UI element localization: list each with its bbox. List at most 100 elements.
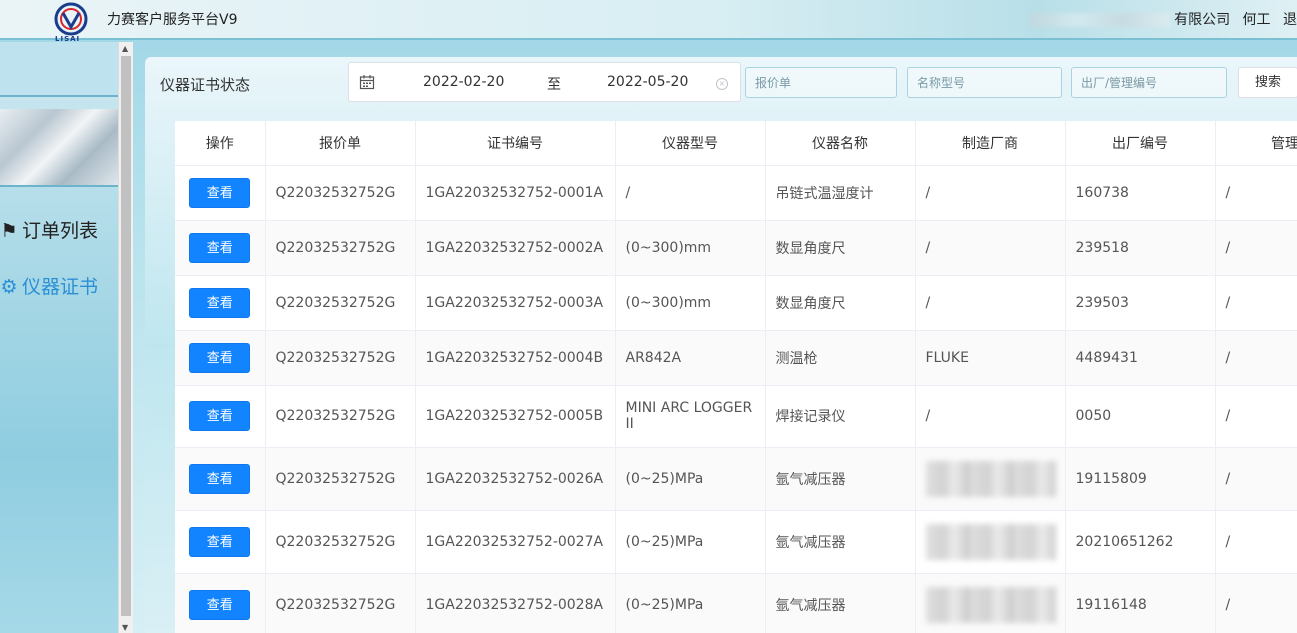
table-row: 查看 Q22032532752G 1GA22032532752-0004B AR… xyxy=(175,330,1297,386)
scroll-up-icon[interactable]: ▲ xyxy=(122,44,128,53)
cell-quote: Q22032532752G xyxy=(265,275,416,331)
scroll-down-icon[interactable]: ▼ xyxy=(122,623,128,632)
cell-mgmt: / xyxy=(1215,220,1297,276)
cell-maker: / xyxy=(915,275,1066,331)
view-button[interactable]: 查看 xyxy=(189,287,251,318)
serial-filter-input[interactable] xyxy=(1071,67,1227,98)
flag-icon: ⚑ xyxy=(0,220,18,242)
top-header: LISAI 力赛客户服务平台V9 有限公司 何工 退 xyxy=(0,0,1297,43)
view-button[interactable]: 查看 xyxy=(189,589,251,620)
view-button[interactable]: 查看 xyxy=(189,177,251,208)
cell-model: (0~25)MPa xyxy=(615,447,766,511)
date-range-separator: 至 xyxy=(547,77,561,93)
cell-name: 吊链式温湿度计 xyxy=(765,165,916,221)
view-button[interactable]: 查看 xyxy=(189,526,251,557)
cell-serial: 19116148 xyxy=(1065,573,1216,633)
cell-serial: 239503 xyxy=(1065,275,1216,331)
cell-quote: Q22032532752G xyxy=(265,330,416,386)
cell-maker xyxy=(915,573,1066,633)
column-header: 报价单 xyxy=(265,121,416,166)
table-row: 查看 Q22032532752G 1GA22032532752-0003A (0… xyxy=(175,275,1297,331)
company-name-tail: 有限公司 xyxy=(1174,12,1231,28)
cell-model: (0~25)MPa xyxy=(615,573,766,633)
cell-cert: 1GA22032532752-0004B xyxy=(415,330,616,386)
table-row: 查看 Q22032532752G 1GA22032532752-0026A (0… xyxy=(175,447,1297,511)
cell-name: 氩气减压器 xyxy=(765,573,916,633)
column-header: 仪器型号 xyxy=(615,121,766,166)
cell-cert: 1GA22032532752-0003A xyxy=(415,275,616,331)
sidebar-item-label: 订单列表 xyxy=(22,220,99,242)
cell-mgmt: / xyxy=(1215,573,1297,633)
cell-model: / xyxy=(615,165,766,221)
main-panel: 仪器证书状态 2022-02-20 至 2022-05-20 × 搜索 操作 xyxy=(145,57,1297,633)
company-user-info: 有限公司 何工 退 xyxy=(1030,9,1297,29)
view-button[interactable]: 查看 xyxy=(189,463,251,494)
cell-cert: 1GA22032532752-0005B xyxy=(415,385,616,448)
redacted-company-name xyxy=(1030,13,1171,27)
date-range-picker[interactable]: 2022-02-20 至 2022-05-20 × xyxy=(348,62,741,102)
cell-model: (0~300)mm xyxy=(615,220,766,276)
quote-filter-input[interactable] xyxy=(745,67,897,98)
sidebar-scrollbar[interactable]: ▲ ▼ xyxy=(118,42,133,633)
redacted-maker xyxy=(925,523,1056,560)
cell-cert: 1GA22032532752-0027A xyxy=(415,510,616,574)
cell-mgmt: / xyxy=(1215,385,1297,448)
cell-quote: Q22032532752G xyxy=(265,385,416,448)
view-button[interactable]: 查看 xyxy=(189,342,251,373)
cell-model: (0~25)MPa xyxy=(615,510,766,574)
certificate-table: 操作 报价单 证书编号 仪器型号 仪器名称 制造厂商 出厂编号 管理 查看 Q2… xyxy=(175,121,1297,633)
app-title: 力赛客户服务平台V9 xyxy=(107,12,238,28)
cell-name: 氩气减压器 xyxy=(765,447,916,511)
column-header: 制造厂商 xyxy=(915,121,1066,166)
cell-mgmt: / xyxy=(1215,510,1297,574)
table-row: 查看 Q22032532752G 1GA22032532752-0002A (0… xyxy=(175,220,1297,276)
scroll-thumb[interactable] xyxy=(121,56,131,616)
gear-icon: ⚙ xyxy=(0,276,18,298)
cell-mgmt: / xyxy=(1215,330,1297,386)
cell-cert: 1GA22032532752-0026A xyxy=(415,447,616,511)
cell-quote: Q22032532752G xyxy=(265,510,416,574)
date-end-input[interactable]: 2022-05-20 xyxy=(607,74,688,90)
cell-model: (0~300)mm xyxy=(615,275,766,331)
cell-serial: 19115809 xyxy=(1065,447,1216,511)
sidebar-item-certificates[interactable]: ⚙ 仪器证书 xyxy=(0,272,98,299)
cell-quote: Q22032532752G xyxy=(265,447,416,511)
cell-maker xyxy=(915,447,1066,511)
cell-mgmt: / xyxy=(1215,275,1297,331)
search-button[interactable]: 搜索 xyxy=(1238,67,1297,98)
column-header: 出厂编号 xyxy=(1065,121,1216,166)
column-header: 操作 xyxy=(175,121,266,166)
sidebar-item-label: 仪器证书 xyxy=(22,276,99,298)
table-row: 查看 Q22032532752G 1GA22032532752-0027A (0… xyxy=(175,510,1297,574)
sidebar-banner-image xyxy=(0,109,118,187)
table-row: 查看 Q22032532752G 1GA22032532752-0001A / … xyxy=(175,165,1297,221)
logout-link[interactable]: 退 xyxy=(1283,12,1297,28)
cell-maker xyxy=(915,510,1066,574)
cell-name: 数显角度尺 xyxy=(765,220,916,276)
cell-maker: FLUKE xyxy=(915,330,1066,386)
name-model-filter-input[interactable] xyxy=(907,67,1062,98)
redacted-maker xyxy=(925,460,1056,497)
cell-mgmt: / xyxy=(1215,165,1297,221)
sidebar: ⚑ 订单列表 ⚙ 仪器证书 xyxy=(0,42,118,633)
cell-model: AR842A xyxy=(615,330,766,386)
clear-icon[interactable]: × xyxy=(716,78,728,90)
cell-name: 氩气减压器 xyxy=(765,510,916,574)
sidebar-header xyxy=(0,42,118,97)
column-header: 证书编号 xyxy=(415,121,616,166)
cell-cert: 1GA22032532752-0028A xyxy=(415,573,616,633)
date-start-input[interactable]: 2022-02-20 xyxy=(423,74,504,90)
sidebar-item-orders[interactable]: ⚑ 订单列表 xyxy=(0,216,98,243)
column-header: 管理 xyxy=(1215,121,1297,166)
view-button[interactable]: 查看 xyxy=(189,401,251,431)
cell-serial: 4489431 xyxy=(1065,330,1216,386)
view-button[interactable]: 查看 xyxy=(189,232,251,263)
page-title: 仪器证书状态 xyxy=(160,76,251,94)
user-name[interactable]: 何工 xyxy=(1243,12,1271,28)
cell-quote: Q22032532752G xyxy=(265,165,416,221)
table-header-row: 操作 报价单 证书编号 仪器型号 仪器名称 制造厂商 出厂编号 管理 xyxy=(175,121,1297,166)
cell-serial: 160738 xyxy=(1065,165,1216,221)
redacted-maker xyxy=(925,586,1056,623)
table-row: 查看 Q22032532752G 1GA22032532752-0028A (0… xyxy=(175,573,1297,633)
cell-serial: 20210651262 xyxy=(1065,510,1216,574)
